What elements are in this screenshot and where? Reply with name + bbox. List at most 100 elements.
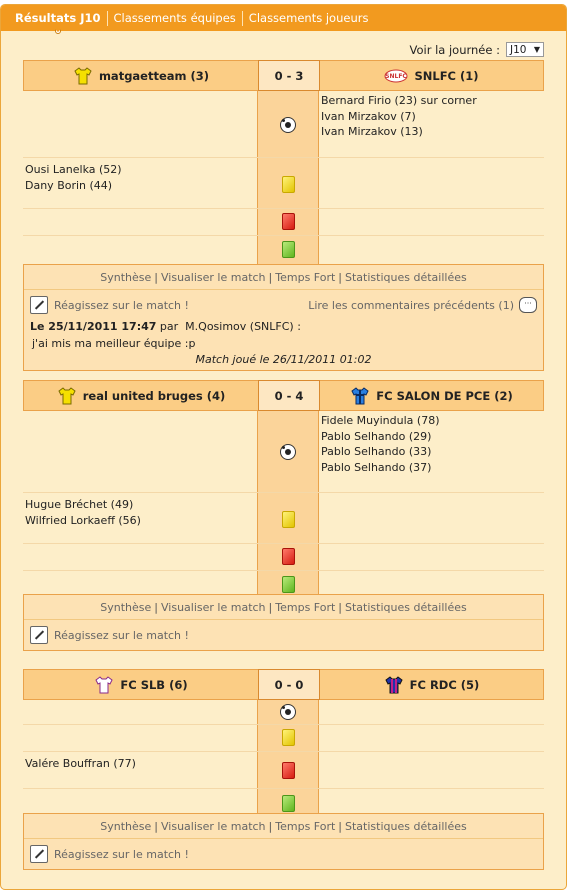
comment-author[interactable]: M.Qosimov (SNLFC) : — [185, 320, 301, 333]
read-comments-link[interactable]: Lire les commentaires précédents (1) ··· — [308, 297, 537, 313]
link-stats[interactable]: Statistiques détaillées — [342, 820, 470, 833]
link-synthese[interactable]: Synthèse — [97, 271, 154, 284]
yellow-card-icon — [281, 729, 295, 746]
journee-label: Voir la journée : — [409, 42, 500, 57]
home-card-list: Valére Bouffran (77) — [25, 756, 251, 772]
tab-classements-equipes[interactable]: Classements équipes — [108, 11, 242, 25]
match-played-date: Match joué le 26/11/2011 01:02 — [195, 353, 372, 366]
link-visualiser[interactable]: Visualiser le match — [158, 601, 269, 614]
match-links: Synthèse | Visualiser le match | Temps For… — [24, 814, 543, 839]
comment-text: j'ai mis ma meilleur équipe :p — [32, 337, 196, 350]
journee-select[interactable]: J10 ▼ — [506, 42, 544, 57]
goals-row: Fidele Muyindula (78) Pablo Selhando (29… — [23, 411, 544, 493]
card-entry: Ousi Lanelka (52) — [25, 163, 122, 176]
match-score: 0 - 4 — [258, 380, 320, 411]
match-footer: Synthèse | Visualiser le match | Temps For… — [23, 264, 544, 371]
home-team[interactable]: FC SLB (6) — [24, 670, 258, 699]
react-button[interactable]: Réagissez sur le match ! — [30, 296, 189, 314]
match-events: Bernard Firio (23) sur corner Ivan Mirza… — [23, 91, 544, 264]
home-team-name: FC SLB (6) — [120, 677, 188, 692]
link-stats[interactable]: Statistiques détaillées — [342, 601, 470, 614]
link-synthese[interactable]: Synthèse — [97, 601, 154, 614]
green-card-icon — [281, 241, 295, 258]
ball-icon — [280, 444, 296, 460]
blue-striped-shirt-icon — [351, 386, 369, 404]
match-footer: Synthèse | Visualiser le match | Temps For… — [23, 594, 544, 651]
home-team-name: real united bruges (4) — [82, 388, 226, 403]
react-label: Réagissez sur le match ! — [54, 298, 189, 312]
tab-resultats[interactable]: Résultats J10 — [9, 11, 107, 34]
comment-par: par — [159, 320, 179, 333]
card-entry: Wilfried Lorkaeff (56) — [25, 513, 141, 527]
react-button[interactable]: Réagissez sur le match ! — [30, 845, 189, 863]
purple-striped-shirt-icon — [385, 675, 403, 693]
goal-entry: Pablo Selhando (29) — [321, 429, 432, 443]
yellow-shirt-icon — [74, 66, 92, 84]
red-card-icon — [281, 213, 295, 230]
link-visualiser[interactable]: Visualiser le match — [158, 271, 269, 284]
card-entry: Hugue Bréchet (49) — [25, 498, 134, 511]
green-cards-row — [23, 789, 544, 816]
speech-bubble-icon: ··· — [519, 297, 537, 313]
green-card-icon — [281, 795, 295, 812]
read-comments-label: Lire les commentaires précédents (1) — [308, 298, 514, 312]
match-header: matgaetteam (3) 0 - 3 SNLFC SNLFC (1) — [23, 60, 544, 91]
away-goal-list: Bernard Firio (23) sur corner Ivan Mirza… — [321, 93, 543, 140]
ball-icon — [280, 704, 296, 720]
home-team[interactable]: matgaetteam (3) — [24, 61, 258, 90]
match-header: FC SLB (6) 0 - 0 FC RDC (5) — [23, 669, 544, 700]
tab-bar: Résultats J10 Classements équipes Classe… — [1, 5, 566, 34]
away-team-name: FC RDC (5) — [409, 677, 480, 692]
link-temps-fort[interactable]: Temps Fort — [272, 601, 338, 614]
goals-row: Bernard Firio (23) sur corner Ivan Mirza… — [23, 91, 544, 158]
react-button[interactable]: Réagissez sur le match ! — [30, 626, 189, 644]
snlfc-logo-icon: SNLFC — [384, 69, 408, 82]
link-temps-fort[interactable]: Temps Fort — [272, 820, 338, 833]
yellow-card-icon — [281, 511, 295, 528]
match-footer: Synthèse | Visualiser le match | Temps For… — [23, 813, 544, 870]
yellow-cards-row: Ousi Lanelka (52) Dany Borin (44) — [23, 158, 544, 209]
home-team[interactable]: real united bruges (4) — [24, 381, 258, 410]
match-score: 0 - 3 — [258, 60, 320, 91]
goal-entry: Pablo Selhando (33) — [321, 445, 432, 458]
react-row: Réagissez sur le match ! — [24, 620, 543, 650]
yellow-cards-row — [23, 725, 544, 752]
green-cards-row — [23, 571, 544, 597]
ball-icon — [280, 117, 296, 133]
away-goal-list: Fidele Muyindula (78) Pablo Selhando (29… — [321, 413, 543, 475]
goal-entry: Bernard Firio (23) sur corner — [321, 94, 477, 107]
goals-row — [23, 700, 544, 725]
red-card-icon — [281, 548, 295, 565]
red-cards-row — [23, 544, 544, 571]
goal-entry: Ivan Mirzakov (13) — [321, 125, 423, 138]
away-team[interactable]: FC RDC (5) — [320, 670, 543, 699]
match-links: Synthèse | Visualiser le match | Temps For… — [24, 595, 543, 620]
match-card: matgaetteam (3) 0 - 3 SNLFC SNLFC (1) Be… — [23, 60, 544, 371]
results-panel: Résultats J10 Classements équipes Classe… — [0, 4, 567, 890]
card-entry: Dany Borin (44) — [25, 178, 113, 192]
pencil-icon — [30, 296, 48, 314]
match-links: Synthèse | Visualiser le match | Temps For… — [24, 265, 543, 290]
link-stats[interactable]: Statistiques détaillées — [342, 271, 470, 284]
yellow-shirt-icon — [58, 386, 76, 404]
pencil-icon — [30, 845, 48, 863]
link-synthese[interactable]: Synthèse — [97, 820, 154, 833]
match-header: real united bruges (4) 0 - 4 FC SALON DE… — [23, 380, 544, 411]
svg-text:SNLFC: SNLFC — [386, 73, 408, 80]
yellow-card-icon — [281, 176, 295, 193]
goal-entry: Pablo Selhando (37) — [321, 460, 432, 474]
link-temps-fort[interactable]: Temps Fort — [272, 271, 338, 284]
away-team[interactable]: FC SALON DE PCE (2) — [320, 381, 543, 410]
away-team-name: FC SALON DE PCE (2) — [376, 388, 513, 403]
goal-entry: Fidele Muyindula (78) — [321, 414, 440, 427]
away-team[interactable]: SNLFC SNLFC (1) — [320, 61, 543, 90]
pencil-icon — [30, 626, 48, 644]
red-card-icon — [281, 762, 295, 779]
yellow-cards-row: Hugue Bréchet (49) Wilfried Lorkaeff (56… — [23, 493, 544, 544]
link-visualiser[interactable]: Visualiser le match — [158, 820, 269, 833]
journee-selector: Voir la journée : J10 ▼ — [409, 42, 544, 57]
home-team-name: matgaetteam (3) — [98, 68, 210, 83]
tab-classements-joueurs[interactable]: Classements joueurs — [243, 11, 375, 25]
red-cards-row — [23, 209, 544, 236]
journee-value: J10 — [510, 43, 527, 56]
